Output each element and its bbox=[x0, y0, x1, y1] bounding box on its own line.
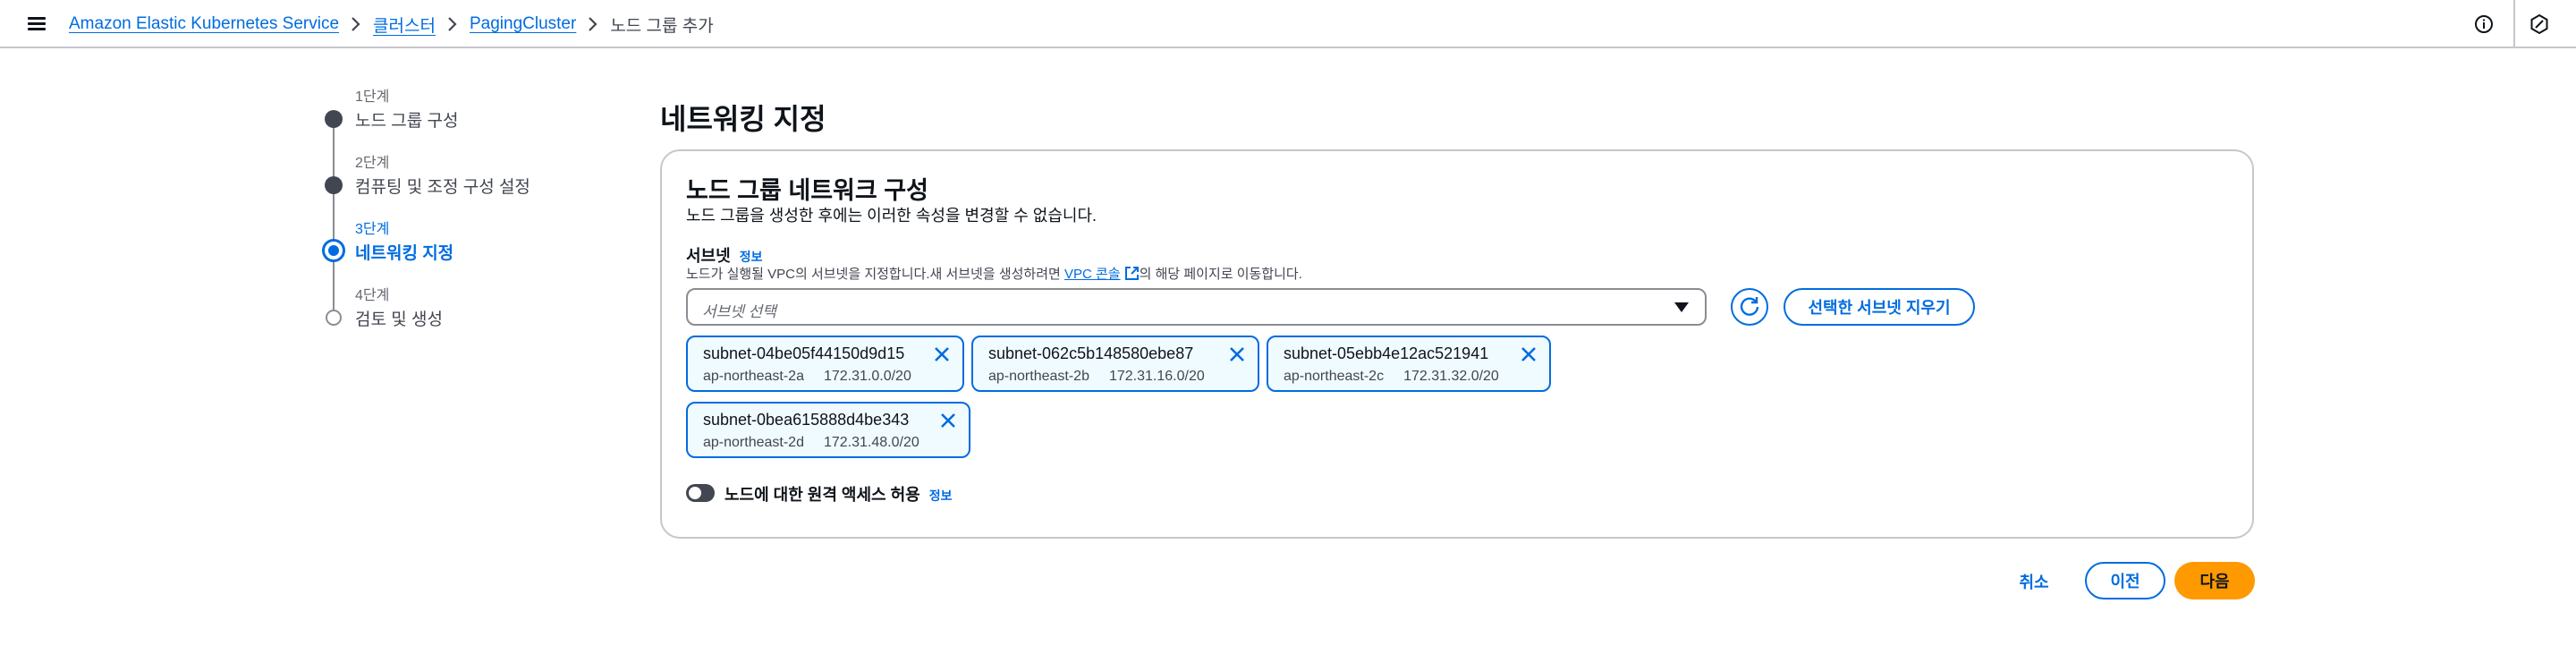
step-2[interactable]: 2단계 컴퓨팅 및 조정 구성 설정 bbox=[322, 150, 590, 204]
refresh-subnets-button[interactable] bbox=[1731, 288, 1768, 326]
subnet-meta: ap-northeast-2a 172.31.0.0/20 bbox=[703, 369, 911, 385]
subnet-az: ap-northeast-2c bbox=[1284, 369, 1385, 384]
vpc-console-link[interactable]: VPC 콘솔 bbox=[1064, 267, 1140, 282]
subnets-desc-after: 의 해당 페이지로 이동합니다. bbox=[1139, 267, 1302, 282]
subnet-id: subnet-05ebb4e12ac521941 bbox=[1284, 344, 1489, 362]
step-label: 네트워킹 지정 bbox=[355, 244, 454, 263]
hamburger-menu-icon[interactable] bbox=[25, 13, 48, 36]
subnet-az: ap-northeast-2b bbox=[988, 369, 1089, 384]
breadcrumb-clusters[interactable]: 클러스터 bbox=[373, 13, 436, 37]
step-3: 3단계 네트워킹 지정 bbox=[322, 217, 590, 270]
remote-access-toggle[interactable] bbox=[686, 484, 715, 502]
subnet-meta: ap-northeast-2d 172.31.48.0/20 bbox=[703, 435, 919, 451]
next-button[interactable]: 다음 bbox=[2174, 562, 2255, 599]
subnet-select[interactable]: 서브넷 선택 bbox=[686, 288, 1707, 326]
remote-access-info-link[interactable]: 정보 bbox=[929, 489, 953, 503]
step-label: 노드 그룹 구성 bbox=[355, 112, 459, 131]
step-label: 컴퓨팅 및 조정 구성 설정 bbox=[355, 178, 530, 197]
step-number: 2단계 bbox=[355, 156, 390, 171]
external-link-icon bbox=[1124, 266, 1140, 285]
cancel-button[interactable]: 취소 bbox=[2004, 564, 2064, 599]
refresh-icon bbox=[1740, 297, 1759, 316]
subnets-info-link[interactable]: 정보 bbox=[740, 250, 763, 264]
breadcrumb-eks[interactable]: Amazon Elastic Kubernetes Service bbox=[69, 14, 339, 34]
page-title: 네트워킹 지정 bbox=[660, 103, 826, 135]
step-1[interactable]: 1단계 노드 그룹 구성 bbox=[322, 84, 590, 138]
chevron-right-icon bbox=[339, 14, 373, 34]
caret-down-icon bbox=[1674, 302, 1689, 312]
subnet-token: subnet-062c5b148580ebe87 ap-northeast-2b… bbox=[971, 336, 1259, 392]
step-number: 1단계 bbox=[355, 89, 390, 105]
chevron-right-icon bbox=[436, 14, 470, 34]
container-description: 노드 그룹을 생성한 후에는 이러한 속성을 변경할 수 없습니다. bbox=[686, 207, 1097, 225]
subnet-token: subnet-0bea615888d4be343 ap-northeast-2d… bbox=[686, 402, 970, 458]
subnet-cidr: 172.31.32.0/20 bbox=[1403, 369, 1499, 384]
subnet-meta: ap-northeast-2c 172.31.32.0/20 bbox=[1284, 369, 1499, 385]
previous-button[interactable]: 이전 bbox=[2085, 562, 2165, 599]
step-complete-dot bbox=[325, 176, 343, 194]
subnet-id: subnet-062c5b148580ebe87 bbox=[988, 344, 1194, 362]
top-navigation-bar: Amazon Elastic Kubernetes Service 클러스터 P… bbox=[0, 0, 2576, 48]
subnet-cidr: 172.31.0.0/20 bbox=[823, 369, 911, 384]
step-label: 검토 및 생성 bbox=[355, 310, 443, 329]
step-4: 4단계 검토 및 생성 bbox=[322, 283, 590, 336]
step-pending-dot bbox=[326, 310, 342, 326]
breadcrumb-current: 노드 그룹 추가 bbox=[610, 16, 714, 36]
clear-selected-subnets-button[interactable]: 선택한 서브넷 지우기 bbox=[1784, 288, 1975, 326]
remove-subnet-icon[interactable] bbox=[1519, 344, 1538, 364]
subnet-token: subnet-05ebb4e12ac521941 ap-northeast-2c… bbox=[1267, 336, 1551, 392]
subnet-az: ap-northeast-2a bbox=[703, 369, 804, 384]
subnet-token: subnet-04be05f44150d9d15 ap-northeast-2a… bbox=[686, 336, 964, 392]
remove-subnet-icon[interactable] bbox=[1227, 344, 1247, 364]
remote-access-label-text: 노드에 대한 원격 액세스 허용 bbox=[724, 486, 920, 504]
step-number: 4단계 bbox=[355, 288, 390, 303]
topbar-divider bbox=[2513, 0, 2515, 48]
subnets-label-text: 서브넷 bbox=[686, 247, 731, 265]
settings-hexagon-icon[interactable] bbox=[2527, 12, 2552, 37]
subnets-desc-before: 노드가 실행될 VPC의 서브넷을 지정합니다.새 서브넷을 생성하려면 bbox=[686, 267, 1064, 282]
subnet-id: subnet-0bea615888d4be343 bbox=[703, 411, 910, 429]
breadcrumb: Amazon Elastic Kubernetes Service 클러스터 P… bbox=[69, 0, 714, 48]
step-complete-dot bbox=[325, 110, 343, 128]
vpc-console-link-text: VPC 콘솔 bbox=[1064, 267, 1121, 282]
chevron-right-icon bbox=[576, 14, 610, 34]
subnet-meta: ap-northeast-2b 172.31.16.0/20 bbox=[988, 369, 1205, 385]
network-config-container: 노드 그룹 네트워크 구성 노드 그룹을 생성한 후에는 이러한 속성을 변경할… bbox=[660, 149, 2254, 539]
step-active-dot bbox=[322, 239, 345, 262]
subnets-description: 노드가 실행될 VPC의 서브넷을 지정합니다.새 서브넷을 생성하려면 VPC… bbox=[686, 264, 1302, 285]
remove-subnet-icon[interactable] bbox=[932, 344, 952, 364]
subnet-id: subnet-04be05f44150d9d15 bbox=[703, 344, 905, 362]
breadcrumb-paging-cluster[interactable]: PagingCluster bbox=[470, 14, 576, 34]
subnet-cidr: 172.31.48.0/20 bbox=[823, 435, 919, 450]
remove-subnet-icon[interactable] bbox=[938, 411, 958, 430]
info-circle-icon[interactable] bbox=[2471, 12, 2496, 37]
container-title: 노드 그룹 네트워크 구성 bbox=[686, 177, 928, 204]
subnet-cidr: 172.31.16.0/20 bbox=[1108, 369, 1205, 384]
subnet-az: ap-northeast-2d bbox=[703, 435, 804, 450]
remote-access-label: 노드에 대한 원격 액세스 허용 정보 bbox=[724, 482, 953, 506]
step-number: 3단계 bbox=[355, 222, 390, 237]
subnet-select-placeholder: 서브넷 선택 bbox=[702, 303, 776, 320]
